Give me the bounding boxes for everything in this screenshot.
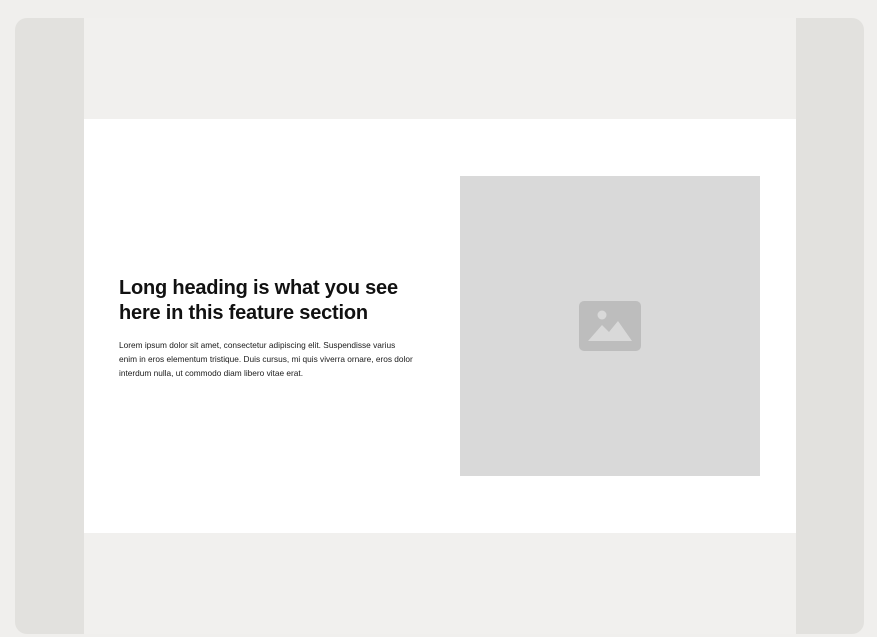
- preview-frame: Long heading is what you see here in thi…: [15, 18, 864, 634]
- feature-body-text: Lorem ipsum dolor sit amet, consectetur …: [119, 340, 413, 378]
- image-icon: [579, 301, 641, 351]
- feature-text-block: Long heading is what you see here in thi…: [119, 276, 415, 380]
- feature-heading: Long heading is what you see here in thi…: [119, 277, 398, 324]
- feature-section: Long heading is what you see here in thi…: [84, 119, 796, 533]
- image-placeholder: [460, 176, 760, 476]
- page-canvas: Long heading is what you see here in thi…: [84, 18, 796, 634]
